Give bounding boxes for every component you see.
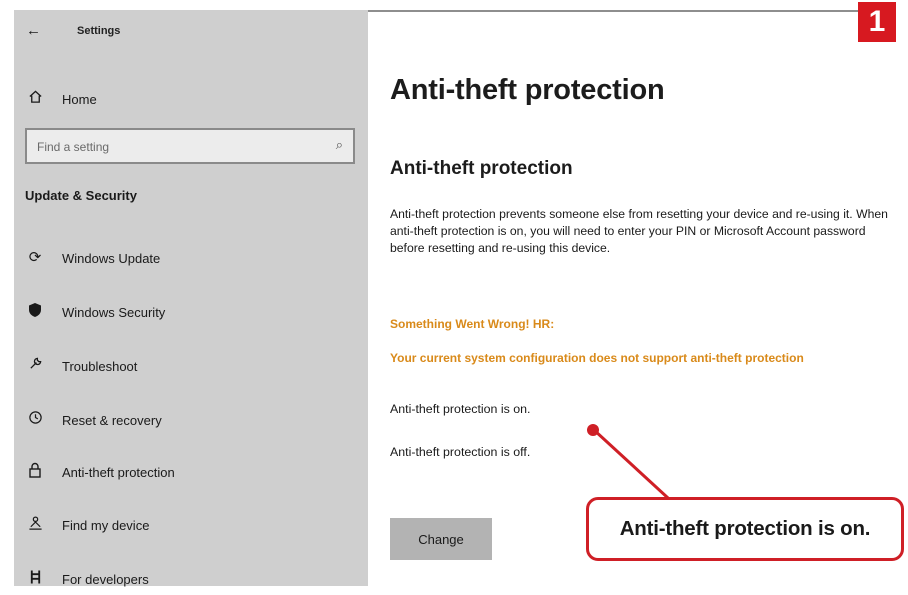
sidebar-item-label: Reset & recovery — [62, 413, 162, 428]
sidebar-item-reset-recovery[interactable]: Reset & recovery — [14, 404, 368, 436]
callout-text: Anti-theft protection is on. — [619, 517, 871, 540]
sidebar-item-windows-security[interactable]: Windows Security — [14, 296, 368, 328]
sidebar-item-label: Troubleshoot — [62, 359, 138, 374]
title-bar: ← Settings — [14, 20, 368, 44]
refresh-icon: ⟳ — [28, 249, 42, 266]
callout-box: Anti-theft protection is on. — [586, 497, 904, 561]
sidebar-item-for-developers[interactable]: For developers — [14, 563, 368, 595]
sidebar-item-find-my-device[interactable]: Find my device — [14, 509, 368, 541]
sidebar-item-anti-theft-protection[interactable]: Anti-theft protection — [14, 456, 368, 488]
shield-icon — [24, 302, 46, 322]
sidebar-item-label: Anti-theft protection — [62, 465, 175, 480]
sidebar-item-troubleshoot[interactable]: Troubleshoot — [14, 350, 368, 382]
section-heading: Update & Security — [25, 188, 137, 203]
window-title: Settings — [77, 25, 121, 37]
main-content: Anti-theft protection Anti-theft protect… — [368, 10, 908, 586]
history-icon — [24, 410, 46, 429]
lock-icon — [24, 462, 46, 482]
sidebar-item-label: Windows Update — [62, 251, 161, 266]
person-pin-icon — [24, 515, 46, 535]
search-box[interactable]: ⌕ — [25, 128, 355, 164]
sidebar-item-label: Windows Security — [62, 305, 166, 320]
developer-icon — [24, 569, 46, 589]
nav-home[interactable]: Home — [14, 85, 368, 115]
settings-sidebar: ← Settings Home ⌕ Update & Security ⟳ Wi… — [14, 10, 368, 587]
sidebar-item-label: For developers — [62, 572, 149, 587]
home-icon — [24, 89, 46, 109]
search-input[interactable] — [35, 136, 319, 158]
sidebar-item-windows-update[interactable]: ⟳ Windows Update — [14, 242, 368, 274]
search-icon[interactable]: ⌕ — [336, 137, 343, 153]
sidebar-item-label: Find my device — [62, 518, 150, 533]
wrench-icon — [24, 356, 46, 375]
callout-dot — [587, 424, 599, 436]
back-arrow-icon[interactable]: ← — [26, 22, 41, 39]
nav-home-label: Home — [62, 92, 97, 107]
